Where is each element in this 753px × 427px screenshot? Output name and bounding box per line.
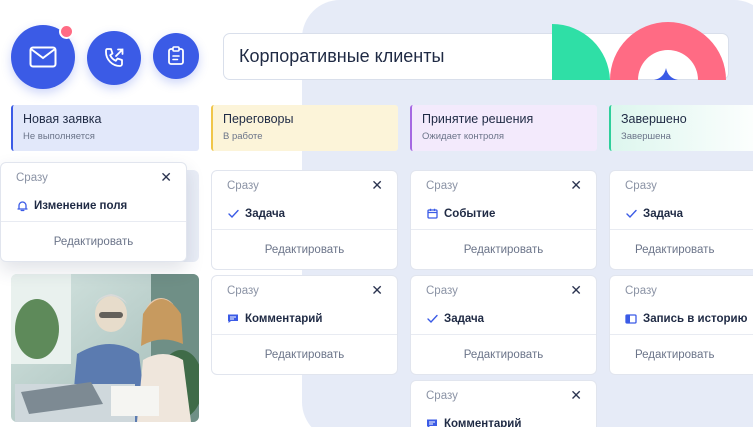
office-photo: [11, 274, 199, 422]
action-label: Событие: [444, 207, 496, 220]
close-icon[interactable]: ✕: [570, 178, 582, 192]
stage-completed[interactable]: Завершено Завершена: [609, 105, 753, 151]
action-label: Комментарий: [444, 417, 522, 427]
calendar-icon: [426, 208, 438, 220]
automation-card-history[interactable]: Сразу Запись в историю Редактировать: [609, 275, 753, 375]
document-icon: [168, 46, 184, 65]
phone-outgoing-icon: [105, 48, 124, 67]
automation-card-field-change[interactable]: Сразу ✕ Изменение поля Редактировать: [0, 162, 187, 262]
document-button[interactable]: [153, 33, 199, 79]
edit-button[interactable]: Редактировать: [411, 229, 596, 269]
trigger-time: Сразу: [625, 285, 657, 297]
close-icon[interactable]: ✕: [570, 283, 582, 297]
stage-status: Завершена: [621, 131, 671, 142]
stage-name: Переговоры: [223, 112, 294, 126]
stage-status: В работе: [223, 131, 263, 142]
close-icon[interactable]: ✕: [160, 170, 172, 184]
stage-negotiations[interactable]: Переговоры В работе: [211, 105, 398, 151]
check-icon: [625, 208, 637, 220]
action-label: Изменение поля: [34, 199, 128, 212]
check-icon: [227, 208, 239, 220]
automation-card-task[interactable]: Сразу ✕ Задача Редактировать: [211, 170, 398, 270]
action-label: Запись в историю: [643, 312, 748, 325]
trigger-time: Сразу: [426, 390, 458, 402]
edit-button[interactable]: Редактировать: [212, 229, 397, 269]
mail-icon: [29, 46, 57, 68]
comment-icon: [426, 418, 438, 427]
automation-card-comment[interactable]: Сразу ✕ Комментарий: [410, 380, 597, 427]
trigger-time: Сразу: [426, 180, 458, 192]
action-label: Задача: [643, 207, 684, 220]
notification-dot: [59, 24, 74, 39]
stage-name: Новая заявка: [23, 112, 102, 126]
edit-button[interactable]: Редактировать: [212, 334, 397, 374]
edit-button[interactable]: Редактировать: [411, 334, 596, 374]
automation-card-task[interactable]: Сразу Задача Редактировать: [609, 170, 753, 270]
action-label: Задача: [444, 312, 485, 325]
stage-status: Ожидает контроля: [422, 131, 505, 142]
action-label: Комментарий: [245, 312, 323, 325]
trigger-time: Сразу: [625, 180, 657, 192]
trigger-time: Сразу: [426, 285, 458, 297]
close-icon[interactable]: ✕: [570, 388, 582, 402]
stage-status: Не выполняется: [23, 131, 95, 142]
trigger-time: Сразу: [16, 172, 48, 184]
pipeline-title-text: Корпоративные клиенты: [239, 46, 445, 66]
stage-name: Завершено: [621, 112, 687, 126]
check-icon: [426, 313, 438, 325]
trigger-time: Сразу: [227, 180, 259, 192]
edit-button[interactable]: Редактировать: [610, 334, 753, 374]
stage-name: Принятие решения: [422, 112, 534, 126]
edit-button[interactable]: Редактировать: [1, 221, 186, 261]
bell-icon: [16, 200, 28, 212]
action-label: Задача: [245, 207, 286, 220]
trigger-time: Сразу: [227, 285, 259, 297]
stage-decision[interactable]: Принятие решения Ожидает контроля: [410, 105, 597, 151]
automation-card-task[interactable]: Сразу ✕ Задача Редактировать: [410, 275, 597, 375]
stage-new-request[interactable]: Новая заявка Не выполняется: [11, 105, 199, 151]
outgoing-call-button[interactable]: [87, 31, 141, 85]
edit-button[interactable]: Редактировать: [610, 229, 753, 269]
automation-card-event[interactable]: Сразу ✕ Событие Редактировать: [410, 170, 597, 270]
comment-icon: [227, 313, 239, 325]
pipeline-title[interactable]: Корпоративные клиенты: [223, 33, 729, 80]
close-icon[interactable]: ✕: [371, 178, 383, 192]
automation-card-comment[interactable]: Сразу ✕ Комментарий Редактировать: [211, 275, 398, 375]
close-icon[interactable]: ✕: [371, 283, 383, 297]
history-icon: [625, 313, 637, 325]
